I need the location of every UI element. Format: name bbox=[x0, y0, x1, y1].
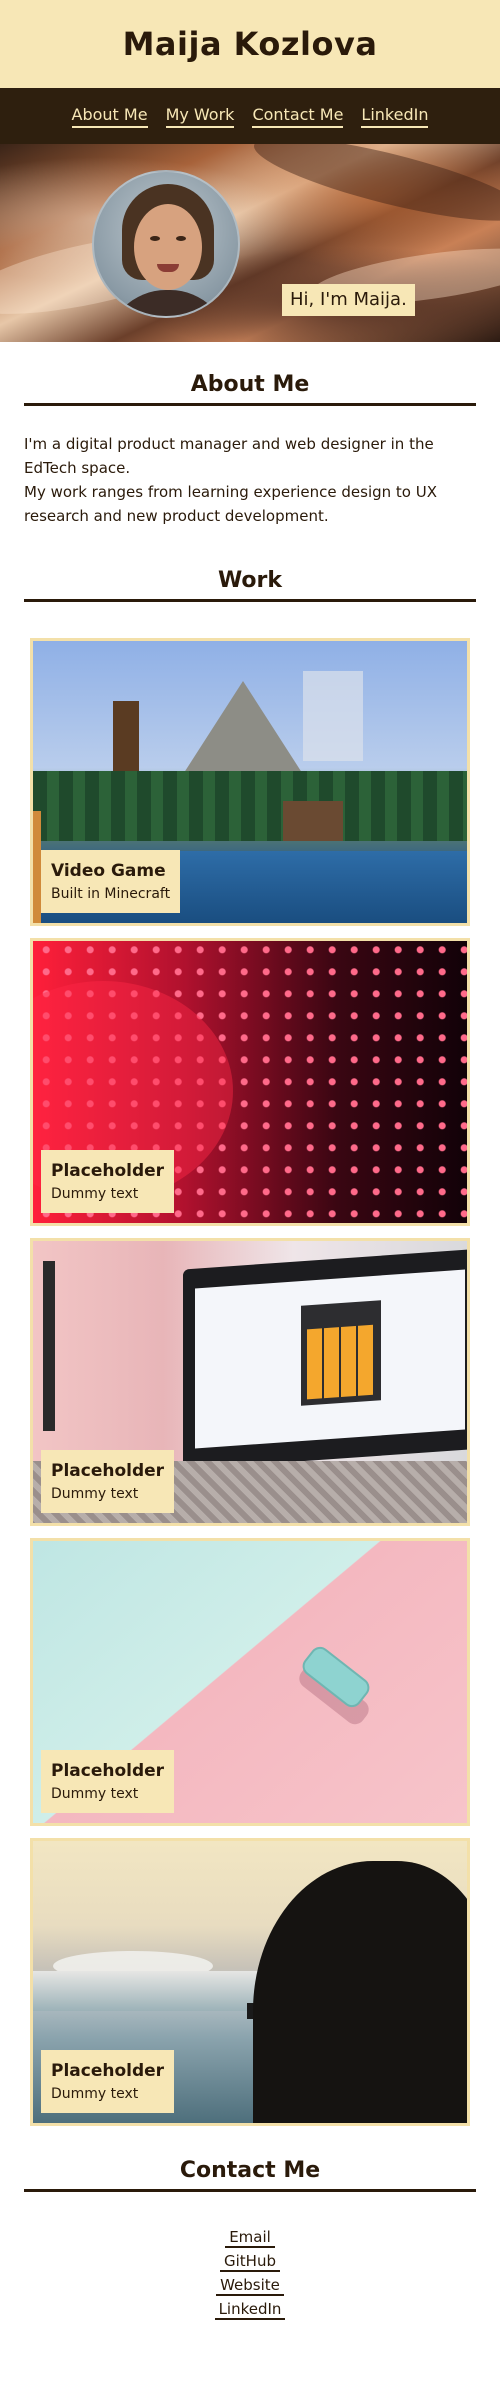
nav-link-contact-me[interactable]: Contact Me bbox=[252, 105, 344, 128]
work-card-label: Placeholder Dummy text bbox=[41, 2050, 175, 2113]
nav-link-about-me[interactable]: About Me bbox=[71, 105, 148, 128]
about-paragraph: My work ranges from learning experience … bbox=[24, 483, 438, 525]
work-card-label: Placeholder Dummy text bbox=[41, 1750, 175, 1813]
work-card-title: Placeholder bbox=[51, 2061, 165, 2081]
work-card-label: Video Game Built in Minecraft bbox=[41, 850, 181, 913]
work-card-placeholder[interactable]: Placeholder Dummy text bbox=[30, 938, 470, 1226]
contact-link-website[interactable]: Website bbox=[216, 2276, 284, 2296]
work-card-subtitle: Dummy text bbox=[51, 1786, 139, 1802]
work-card-subtitle: Built in Minecraft bbox=[51, 886, 171, 902]
main-nav: About Me My Work Contact Me LinkedIn bbox=[0, 88, 500, 144]
contact-section: Contact Me Email GitHub Website LinkedIn bbox=[0, 2138, 500, 2344]
work-card-subtitle: Dummy text bbox=[51, 1486, 139, 1502]
about-text: I'm a digital product manager and web de… bbox=[24, 432, 476, 528]
work-heading: Work bbox=[24, 568, 476, 602]
contact-links: Email GitHub Website LinkedIn bbox=[24, 2228, 476, 2324]
about-heading: About Me bbox=[24, 372, 476, 406]
hero-rock-stripe bbox=[248, 144, 500, 238]
work-gallery: Video Game Built in Minecraft Placeholde… bbox=[0, 638, 500, 2126]
work-card-placeholder[interactable]: Placeholder Dummy text bbox=[30, 1838, 470, 2126]
contact-link-github[interactable]: GitHub bbox=[220, 2252, 280, 2272]
work-section: Work bbox=[0, 528, 500, 602]
contact-link-linkedin[interactable]: LinkedIn bbox=[214, 2300, 286, 2320]
nav-link-linkedin[interactable]: LinkedIn bbox=[361, 105, 429, 128]
hero-greeting: Hi, I'm Maija. bbox=[282, 284, 415, 316]
nav-link-my-work[interactable]: My Work bbox=[165, 105, 235, 128]
work-card-subtitle: Dummy text bbox=[51, 1186, 139, 1202]
work-card-title: Video Game bbox=[51, 861, 166, 881]
work-card-placeholder[interactable]: Placeholder Dummy text bbox=[30, 1238, 470, 1526]
work-card-title: Placeholder bbox=[51, 1461, 165, 1481]
work-card-title: Placeholder bbox=[51, 1761, 165, 1781]
work-card-title: Placeholder bbox=[51, 1161, 165, 1181]
work-card-label: Placeholder Dummy text bbox=[41, 1150, 175, 1213]
hero-banner: Hi, I'm Maija. bbox=[0, 144, 500, 342]
work-card-video-game[interactable]: Video Game Built in Minecraft bbox=[30, 638, 470, 926]
work-card-label: Placeholder Dummy text bbox=[41, 1450, 175, 1513]
site-header: Maija Kozlova bbox=[0, 0, 500, 88]
profile-photo bbox=[92, 170, 240, 318]
contact-heading: Contact Me bbox=[24, 2158, 476, 2192]
about-paragraph: I'm a digital product manager and web de… bbox=[24, 435, 434, 477]
site-title: Maija Kozlova bbox=[122, 25, 378, 63]
work-card-subtitle: Dummy text bbox=[51, 2086, 139, 2102]
about-section: About Me I'm a digital product manager a… bbox=[0, 342, 500, 528]
work-card-placeholder[interactable]: Placeholder Dummy text bbox=[30, 1538, 470, 1826]
contact-link-email[interactable]: Email bbox=[225, 2228, 275, 2248]
